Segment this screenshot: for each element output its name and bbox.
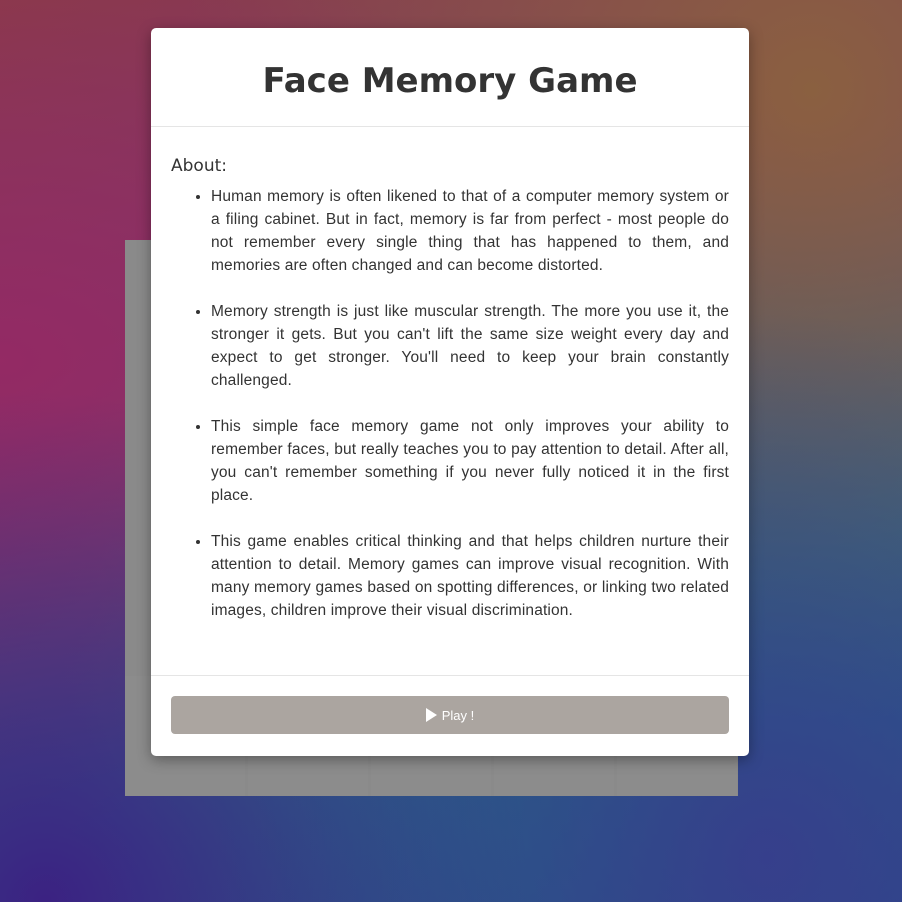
list-item: This simple face memory game not only im… bbox=[211, 415, 729, 507]
play-button-label: Play ! bbox=[441, 707, 475, 723]
modal-header: Face Memory Game bbox=[151, 28, 749, 127]
play-icon bbox=[425, 708, 437, 722]
facts-list: Human memory is often likened to that of… bbox=[171, 185, 729, 622]
intro-modal: Face Memory Game About: Human memory is … bbox=[151, 28, 749, 756]
about-label: About: bbox=[171, 156, 227, 176]
modal-body: About: Human memory is often likened to … bbox=[151, 127, 749, 676]
modal-footer: Play ! bbox=[151, 676, 749, 754]
list-item: Human memory is often likened to that of… bbox=[211, 185, 729, 277]
list-item: Memory strength is just like muscular st… bbox=[211, 300, 729, 392]
modal-title: Face Memory Game bbox=[262, 61, 638, 101]
play-button[interactable]: Play ! bbox=[171, 696, 729, 734]
list-item: This game enables critical thinking and … bbox=[211, 530, 729, 622]
